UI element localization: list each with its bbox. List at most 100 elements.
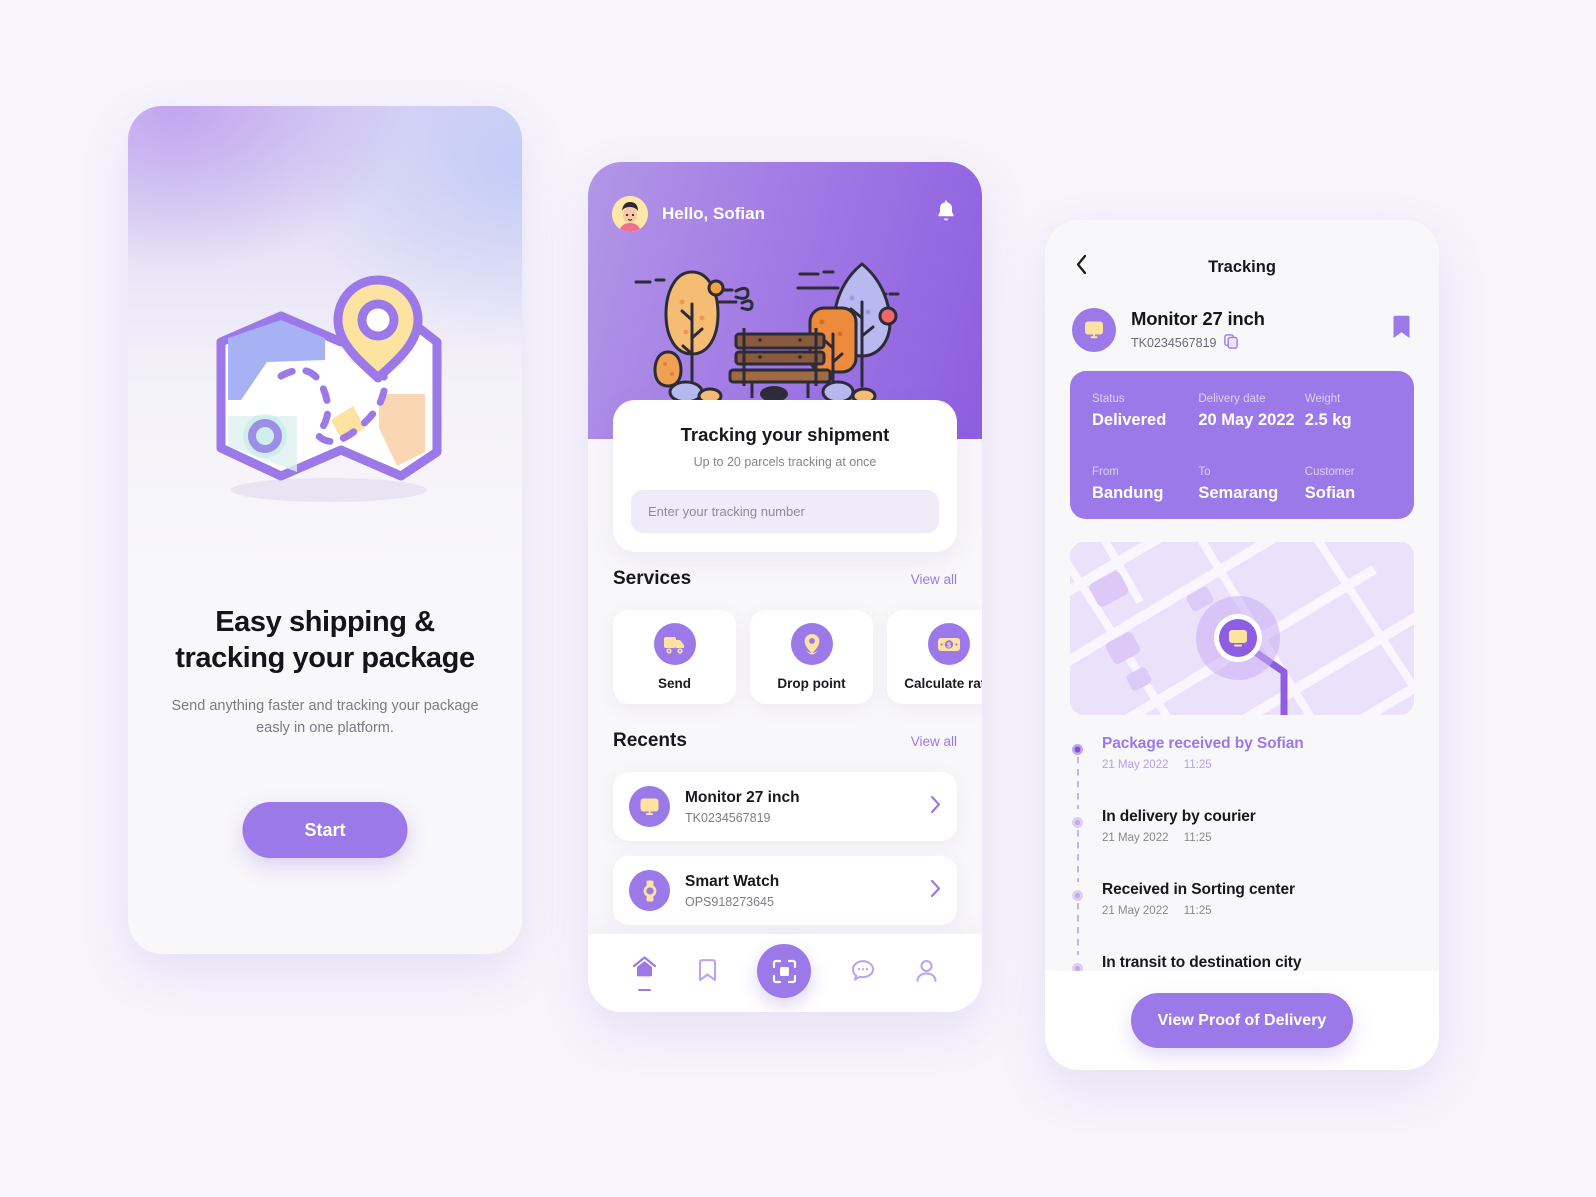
park-bench-trees-illustration xyxy=(634,262,922,406)
onboarding-subtitle: Send anything faster and tracking your p… xyxy=(171,697,479,736)
timeline-time: 11:25 xyxy=(1183,759,1212,771)
recents-view-all-link[interactable]: View all xyxy=(911,734,957,749)
tracking-navbar: Tracking xyxy=(1045,250,1439,284)
recents-section-header: Recents View all xyxy=(613,730,957,752)
timeline-title: Package received by Sofian xyxy=(1102,735,1304,752)
service-card-send[interactable]: Send xyxy=(613,610,736,704)
truck-icon xyxy=(653,623,696,665)
tracked-item-code: TK0234567819 xyxy=(1131,336,1217,350)
info-value: Sofian xyxy=(1304,484,1356,502)
timeline-connector xyxy=(1077,830,1079,882)
shipment-info-card: Status Delivered Delivery date 20 May 20… xyxy=(1070,371,1414,519)
tab-chat[interactable] xyxy=(851,959,875,987)
timeline-meta: 21 May 2022 11:25 xyxy=(1102,905,1415,917)
start-button[interactable]: Start xyxy=(242,802,408,858)
list-item-name: Smart Watch xyxy=(685,872,780,890)
info-label: Weight xyxy=(1304,393,1341,405)
delivery-route-map[interactable] xyxy=(1070,542,1414,715)
timeline-connector xyxy=(1077,757,1079,809)
timeline-title: In transit to destination city xyxy=(1102,954,1302,971)
list-item[interactable]: Smart Watch OPS918273645 xyxy=(613,856,957,925)
recents-title: Recents xyxy=(613,730,687,751)
onboarding-title-line1: Easy shipping & xyxy=(215,606,435,638)
tracking-footer: View Proof of Delivery xyxy=(1045,971,1439,1070)
tracking-number-input[interactable] xyxy=(631,490,939,533)
info-cell-customer: Customer Sofian xyxy=(1305,466,1392,519)
page-title: Tracking xyxy=(1208,257,1276,276)
tab-saved[interactable] xyxy=(697,958,718,988)
services-carousel[interactable]: Send Drop point $ Calculate ra xyxy=(613,610,982,704)
tracked-item-text: Monitor 27 inch TK0234567819 xyxy=(1131,308,1265,352)
timeline-time: 11:25 xyxy=(1183,832,1212,844)
services-view-all-link[interactable]: View all xyxy=(911,572,957,587)
timeline-step: Package received by Sofian 21 May 2022 1… xyxy=(1072,735,1415,809)
info-label: To xyxy=(1198,466,1211,478)
chat-icon xyxy=(851,959,875,987)
copy-icon[interactable] xyxy=(1223,334,1238,352)
bell-icon[interactable] xyxy=(934,199,958,229)
service-card-calculate-rate[interactable]: $ Calculate rate xyxy=(887,610,982,704)
info-cell-from: From Bandung xyxy=(1092,466,1198,519)
info-label: From xyxy=(1092,466,1119,478)
timeline-connector xyxy=(1077,903,1079,955)
view-proof-of-delivery-button[interactable]: View Proof of Delivery xyxy=(1131,993,1353,1048)
timeline-date: 21 May 2022 xyxy=(1102,905,1169,917)
info-value: Semarang xyxy=(1198,484,1279,502)
list-item-text: Monitor 27 inch TK0234567819 xyxy=(685,789,800,825)
chevron-right-icon[interactable] xyxy=(930,795,941,819)
service-label: Drop point xyxy=(777,676,846,691)
avatar-illustration xyxy=(612,196,648,232)
services-title: Services xyxy=(613,568,692,589)
info-label: Status xyxy=(1092,393,1125,405)
map-pin-icon xyxy=(790,623,833,665)
list-item[interactable]: Monitor 27 inch TK0234567819 xyxy=(613,772,957,841)
service-label: Send xyxy=(657,676,691,691)
chevron-right-icon[interactable] xyxy=(930,879,941,903)
bookmark-filled-icon[interactable] xyxy=(1391,315,1412,346)
timeline-meta: 21 May 2022 11:25 xyxy=(1102,832,1415,844)
onboarding-title-line2: tracking your package xyxy=(175,642,475,675)
services-section-header: Services View all xyxy=(613,568,957,590)
monitor-icon xyxy=(629,786,670,827)
service-card-drop-point[interactable]: Drop point xyxy=(750,610,873,704)
scan-icon xyxy=(757,944,812,998)
recents-list: Monitor 27 inch TK0234567819 Smart Watch… xyxy=(613,772,957,940)
tracking-screen: Tracking Monitor 27 inch TK0234567819 St… xyxy=(1045,220,1439,1070)
info-value: Bandung xyxy=(1092,484,1164,502)
timeline-title: In delivery by courier xyxy=(1102,808,1256,825)
home-icon xyxy=(632,955,657,983)
tracked-item-name: Monitor 27 inch xyxy=(1131,308,1265,329)
avatar[interactable] xyxy=(612,196,648,232)
onboarding-copy: Easy shipping & tracking your package Se… xyxy=(128,604,522,739)
person-icon xyxy=(915,959,938,988)
timeline-step: In delivery by courier 21 May 2022 11:25 xyxy=(1072,808,1415,882)
tab-profile[interactable] xyxy=(915,959,938,988)
list-item-code: OPS918273645 xyxy=(685,894,774,909)
onboarding-screen: Easy shipping & tracking your package Se… xyxy=(128,106,522,954)
bookmark-icon xyxy=(697,958,718,988)
tracked-item-code-row: TK0234567819 xyxy=(1131,334,1265,352)
screens-canvas: Easy shipping & tracking your package Se… xyxy=(0,0,1596,1197)
timeline-meta: 21 May 2022 11:25 xyxy=(1102,759,1415,771)
timeline-date: 21 May 2022 xyxy=(1102,832,1169,844)
info-label: Customer xyxy=(1304,466,1355,478)
info-label: Delivery date xyxy=(1198,393,1266,405)
map-pin-illustration xyxy=(216,275,442,502)
watch-icon xyxy=(629,870,670,911)
tab-scan[interactable] xyxy=(757,944,812,998)
tracking-search-card: Tracking your shipment Up to 20 parcels … xyxy=(613,400,957,552)
service-label: Calculate rate xyxy=(904,676,982,691)
timeline-title: Received in Sorting center xyxy=(1102,881,1295,898)
timeline-time: 11:25 xyxy=(1183,905,1212,917)
search-card-subtitle: Up to 20 parcels tracking at once xyxy=(693,455,877,469)
monitor-icon xyxy=(1072,308,1116,352)
tab-home[interactable] xyxy=(632,955,657,992)
info-cell-delivery-date: Delivery date 20 May 2022 xyxy=(1198,393,1304,446)
list-item-code: TK0234567819 xyxy=(685,810,771,825)
bottom-tab-bar xyxy=(588,934,982,1012)
info-cell-weight: Weight 2.5 kg xyxy=(1305,393,1392,446)
chevron-left-icon[interactable] xyxy=(1075,254,1088,280)
home-screen: Hello, Sofian Tracking your shipment Up … xyxy=(588,162,982,1012)
list-item-text: Smart Watch OPS918273645 xyxy=(685,873,779,909)
svg-text:$: $ xyxy=(947,642,951,649)
